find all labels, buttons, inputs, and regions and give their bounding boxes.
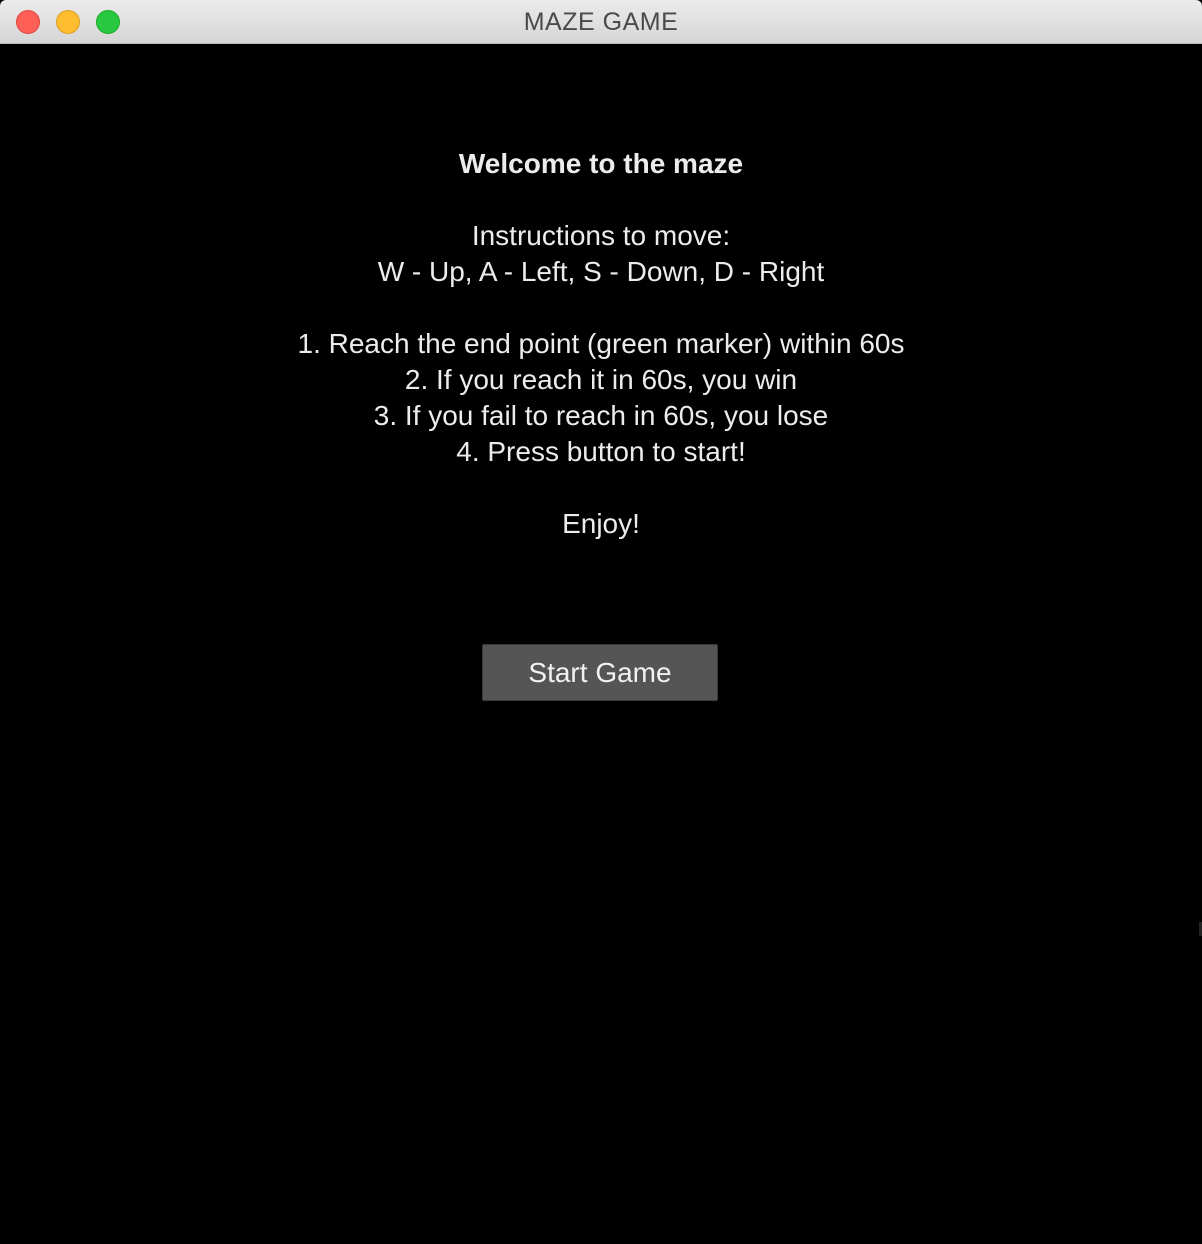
game-content: Welcome to the maze Instructions to move…	[0, 44, 1202, 1244]
welcome-heading: Welcome to the maze	[458, 148, 744, 179]
rule-2: 2. If you reach it in 60s, you win	[404, 364, 798, 395]
rule-3: 3. If you fail to reach in 60s, you lose	[373, 400, 829, 431]
closing-text: Enjoy!	[562, 508, 640, 539]
instructions-heading: Instructions to move:	[471, 220, 731, 251]
rule-1: 1. Reach the end point (green marker) wi…	[297, 328, 905, 359]
start-game-button[interactable]: Start Game	[482, 644, 718, 701]
app-window: MAZE GAME Welcome to the maze Instructio…	[0, 0, 1202, 1244]
title-bar[interactable]: MAZE GAME	[0, 0, 1202, 44]
controls-text: W - Up, A - Left, S - Down, D - Right	[377, 256, 825, 287]
rule-4: 4. Press button to start!	[456, 436, 746, 467]
window-title: MAZE GAME	[523, 8, 679, 36]
